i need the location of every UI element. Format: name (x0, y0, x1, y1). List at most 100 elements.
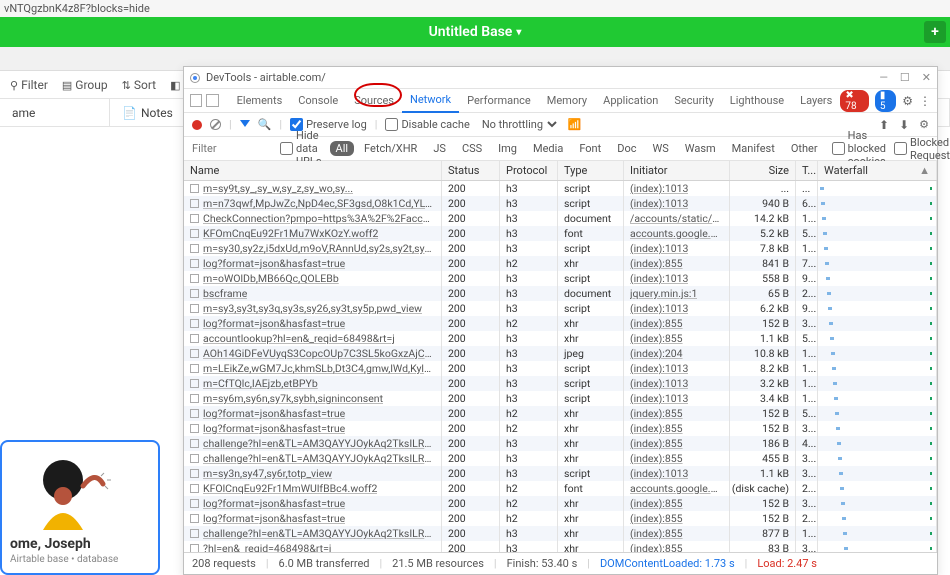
devtools-titlebar[interactable]: DevTools - airtable.com/ — ☐ ✕ (184, 67, 937, 89)
row-checkbox[interactable] (190, 379, 199, 388)
network-row[interactable]: m=sy3n,sy47,sy6r,totp_view200h3script(in… (184, 466, 937, 481)
type-filter-img[interactable]: Img (492, 141, 523, 156)
cell-initiator[interactable]: accounts.google.com/o/oa... (630, 482, 723, 495)
devtools-tab-application[interactable]: Application (595, 89, 666, 113)
network-row[interactable]: KFOlCnqEu92Fr1MmWUlfBBc4.woff2200h2fonta… (184, 481, 937, 496)
cell-initiator[interactable]: (index):1013 (630, 362, 688, 375)
type-filter-ws[interactable]: WS (646, 141, 674, 156)
welcome-card[interactable]: ome, Joseph Airtable base • database (0, 440, 160, 575)
network-row[interactable]: challenge?hl=en&TL=AM3QAYYJOykAq2TksILRA… (184, 526, 937, 541)
row-checkbox[interactable] (190, 439, 199, 448)
row-checkbox[interactable] (190, 334, 199, 343)
type-filter-font[interactable]: Font (573, 141, 607, 156)
row-checkbox[interactable] (190, 319, 199, 328)
row-checkbox[interactable] (190, 364, 199, 373)
row-checkbox[interactable] (190, 394, 199, 403)
more-icon[interactable]: ⋮ (919, 94, 931, 108)
row-checkbox[interactable] (190, 199, 199, 208)
devtools-tab-console[interactable]: Console (290, 89, 346, 113)
devtools-tab-layers[interactable]: Layers (792, 89, 840, 113)
row-checkbox[interactable] (190, 214, 199, 223)
network-row[interactable]: m=sy9t,sy_,sy_w,sy_z,sy_wo,sy...200h3scr… (184, 181, 937, 196)
cell-initiator[interactable]: (index):1013 (630, 242, 688, 255)
devtools-tab-sources[interactable]: Sources (346, 89, 402, 113)
network-row[interactable]: m=n73qwf,MpJwZc,NpD4ec,SF3gsd,O8k1Cd,YLQ… (184, 196, 937, 211)
browser-url-bar[interactable]: vNTQgzbnK4z8F?blocks=hide (0, 0, 950, 17)
col-size[interactable]: Size (730, 161, 796, 180)
row-checkbox[interactable] (190, 484, 199, 493)
row-checkbox[interactable] (190, 454, 199, 463)
filter-input[interactable] (192, 142, 272, 155)
row-checkbox[interactable] (190, 244, 199, 253)
cell-initiator[interactable]: (index):855 (630, 332, 683, 345)
cell-initiator[interactable]: (index):855 (630, 452, 683, 465)
devtools-tab-lighthouse[interactable]: Lighthouse (722, 89, 792, 113)
throttling-select[interactable]: No throttling (478, 117, 560, 132)
error-badge[interactable]: ✖ 78 (840, 90, 868, 112)
col-type[interactable]: Type (558, 161, 624, 180)
network-row[interactable]: bscframe200h3documentjquery.min.js:165 B… (184, 286, 937, 301)
filter-toggle-icon[interactable] (240, 120, 250, 130)
network-row[interactable]: log?format=json&hasfast=true200h2xhr(ind… (184, 316, 937, 331)
cell-initiator[interactable]: (index):855 (630, 497, 683, 510)
cell-initiator[interactable]: (index):855 (630, 527, 683, 540)
cell-initiator[interactable]: (index):855 (630, 422, 683, 435)
col-name[interactable]: Name (184, 161, 442, 180)
network-row[interactable]: log?format=json&hasfast=true200h2xhr(ind… (184, 496, 937, 511)
type-filter-manifest[interactable]: Manifest (726, 141, 781, 156)
blocked-requests-checkbox[interactable]: Blocked Requests (894, 136, 950, 162)
col-initiator[interactable]: Initiator (624, 161, 730, 180)
network-row[interactable]: log?format=json&hasfast=true200h2xhr(ind… (184, 406, 937, 421)
network-row[interactable]: challenge?hl=en&TL=AM3QAYYJOykAq2TksILRA… (184, 436, 937, 451)
row-checkbox[interactable] (190, 274, 199, 283)
row-checkbox[interactable] (190, 184, 199, 193)
row-checkbox[interactable] (190, 349, 199, 358)
search-icon[interactable]: 🔍 (258, 118, 272, 131)
cell-initiator[interactable]: jquery.min.js:1 (630, 287, 697, 300)
add-button[interactable]: + (924, 21, 946, 43)
network-row[interactable]: CheckConnection?pmpo=https%3A%2F%2Faccou… (184, 211, 937, 226)
type-filter-media[interactable]: Media (527, 141, 569, 156)
network-rows[interactable]: m=sy9t,sy_,sy_w,sy_z,sy_wo,sy...200h3scr… (184, 181, 937, 552)
cell-initiator[interactable]: /accounts/static/_/js/k=gai... (630, 212, 723, 225)
col-time[interactable]: T... (796, 161, 818, 180)
row-checkbox[interactable] (190, 409, 199, 418)
row-checkbox[interactable] (190, 544, 199, 552)
chevron-down-icon[interactable]: ▾ (516, 27, 521, 38)
row-checkbox[interactable] (190, 424, 199, 433)
network-row[interactable]: m=LEikZe,wGM7Jc,khmSLb,Dt3C4,gmw,lWd,Kyl… (184, 361, 937, 376)
cell-initiator[interactable]: (index):855 (630, 437, 683, 450)
cell-initiator[interactable]: (index):1013 (630, 467, 688, 480)
devtools-tab-performance[interactable]: Performance (459, 89, 539, 113)
cell-initiator[interactable]: accounts.google.com/o/oa... (630, 227, 723, 240)
col-waterfall[interactable]: Waterfall▲ (818, 161, 937, 180)
filter-button[interactable]: ⚲Filter (10, 78, 48, 92)
row-checkbox[interactable] (190, 289, 199, 298)
cell-initiator[interactable]: (index):855 (630, 317, 683, 330)
device-toggle-icon[interactable] (206, 94, 218, 107)
cell-initiator[interactable]: (index):855 (630, 407, 683, 420)
base-title[interactable]: Untitled Base (429, 24, 513, 40)
cell-initiator[interactable]: (index):1013 (630, 272, 688, 285)
type-filter-wasm[interactable]: Wasm (679, 141, 722, 156)
network-row[interactable]: m=oWOlDb,MB66Qc,QOLEBb200h3script(index)… (184, 271, 937, 286)
row-checkbox[interactable] (190, 259, 199, 268)
wifi-icon[interactable]: 📶 (568, 118, 582, 131)
network-row[interactable]: AOh14GiDFeVUyqS3CopcOUp7C3SL5koGxzAjC1ck… (184, 346, 937, 361)
type-filter-css[interactable]: CSS (456, 141, 488, 156)
clear-icon[interactable] (210, 119, 221, 130)
type-filter-all[interactable]: All (330, 141, 355, 156)
network-row[interactable]: log?format=json&hasfast=true200h2xhr(ind… (184, 511, 937, 526)
network-row[interactable]: m=sy30,sy2z,i5dxUd,m9oV,RAnnUd,sy2s,sy2t… (184, 241, 937, 256)
network-row[interactable]: m=sy3,sy3t,sy3q,sy3s,sy26,sy3t,sy5p,pwd_… (184, 301, 937, 316)
network-row[interactable]: m=sy6m,sy6n,sy7k,sybh,signinconsent200h3… (184, 391, 937, 406)
cell-initiator[interactable]: (index):1013 (630, 377, 688, 390)
network-row[interactable]: accountlookup?hl=en&_reqid=68498&rt=j200… (184, 331, 937, 346)
cell-initiator[interactable]: (index):855 (630, 512, 683, 525)
minimize-icon[interactable]: — (879, 71, 888, 84)
col-protocol[interactable]: Protocol (500, 161, 558, 180)
devtools-tab-memory[interactable]: Memory (539, 89, 595, 113)
record-icon[interactable] (192, 120, 202, 130)
cell-initiator[interactable]: (index):204 (630, 347, 683, 360)
network-row[interactable]: KFOmCnqEu92Fr1Mu7WxKOzY.woff2200h3fontac… (184, 226, 937, 241)
